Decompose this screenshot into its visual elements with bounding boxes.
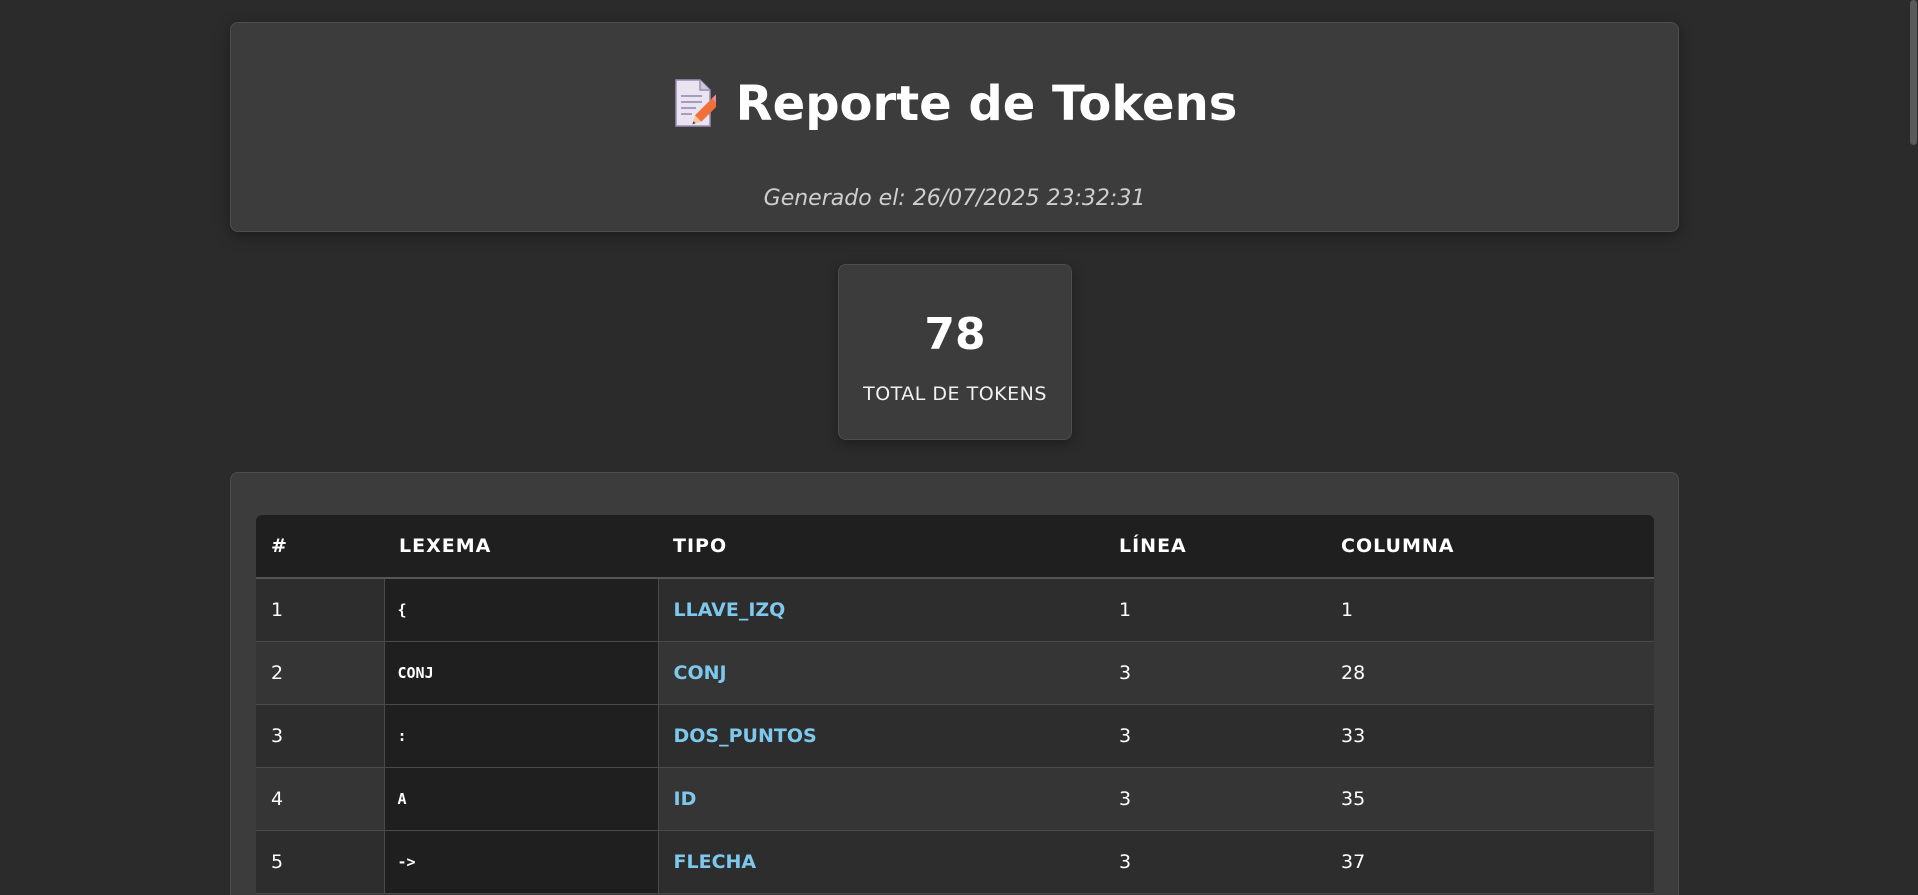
total-tokens-card: 78 TOTAL DE TOKENS — [838, 264, 1072, 440]
page: Reporte de Tokens Generado el: 26/07/202… — [0, 0, 1918, 895]
generated-timestamp: Generado el: 26/07/2025 23:32:31 — [763, 186, 1146, 211]
column-header-tipo: TIPO — [658, 515, 1104, 579]
total-tokens-value: 78 — [924, 309, 986, 360]
cell-linea: 3 — [1104, 830, 1326, 894]
column-header-number: # — [256, 515, 384, 579]
cell-tipo: DOS_PUNTOS — [658, 704, 1104, 768]
tokens-table: # LEXEMA TIPO LÍNEA COLUMNA 1 { LLAVE_IZ… — [256, 515, 1654, 894]
cell-columna: 1 — [1326, 578, 1654, 642]
cell-linea: 3 — [1104, 704, 1326, 768]
cell-tipo: FLECHA — [658, 830, 1104, 894]
table-row: 3 : DOS_PUNTOS 3 33 — [256, 704, 1654, 768]
cell-linea: 3 — [1104, 641, 1326, 705]
cell-lexema: CONJ — [383, 641, 659, 705]
memo-pencil-icon — [672, 78, 723, 130]
column-header-linea: LÍNEA — [1104, 515, 1326, 579]
cell-tipo: ID — [658, 767, 1104, 831]
cell-number: 4 — [256, 767, 384, 831]
cell-columna: 28 — [1326, 641, 1654, 705]
tokens-table-card: # LEXEMA TIPO LÍNEA COLUMNA 1 { LLAVE_IZ… — [230, 472, 1679, 895]
column-header-lexema: LEXEMA — [384, 515, 658, 579]
cell-tipo: LLAVE_IZQ — [658, 578, 1104, 642]
cell-columna: 37 — [1326, 830, 1654, 894]
cell-number: 2 — [256, 641, 384, 705]
cell-number: 1 — [256, 578, 384, 642]
cell-number: 3 — [256, 704, 384, 768]
title-row: Reporte de Tokens — [231, 78, 1678, 130]
total-tokens-label: TOTAL DE TOKENS — [863, 383, 1047, 405]
cell-lexema: -> — [383, 830, 659, 894]
scrollbar-thumb[interactable] — [1910, 0, 1917, 145]
cell-linea: 3 — [1104, 767, 1326, 831]
cell-number: 5 — [256, 830, 384, 894]
cell-lexema: { — [383, 578, 659, 642]
table-row: 1 { LLAVE_IZQ 1 1 — [256, 578, 1654, 642]
vertical-scrollbar[interactable] — [1909, 0, 1918, 895]
report-header: Reporte de Tokens Generado el: 26/07/202… — [230, 22, 1679, 232]
column-header-columna: COLUMNA — [1326, 515, 1654, 579]
cell-columna: 33 — [1326, 704, 1654, 768]
cell-lexema: A — [383, 767, 659, 831]
page-title: Reporte de Tokens — [735, 76, 1238, 132]
cell-columna: 35 — [1326, 767, 1654, 831]
table-row: 5 -> FLECHA 3 37 — [256, 830, 1654, 894]
cell-lexema: : — [383, 704, 659, 768]
table-header-row: # LEXEMA TIPO LÍNEA COLUMNA — [256, 515, 1654, 579]
table-row: 2 CONJ CONJ 3 28 — [256, 641, 1654, 705]
cell-linea: 1 — [1104, 578, 1326, 642]
table-row: 4 A ID 3 35 — [256, 767, 1654, 831]
cell-tipo: CONJ — [658, 641, 1104, 705]
